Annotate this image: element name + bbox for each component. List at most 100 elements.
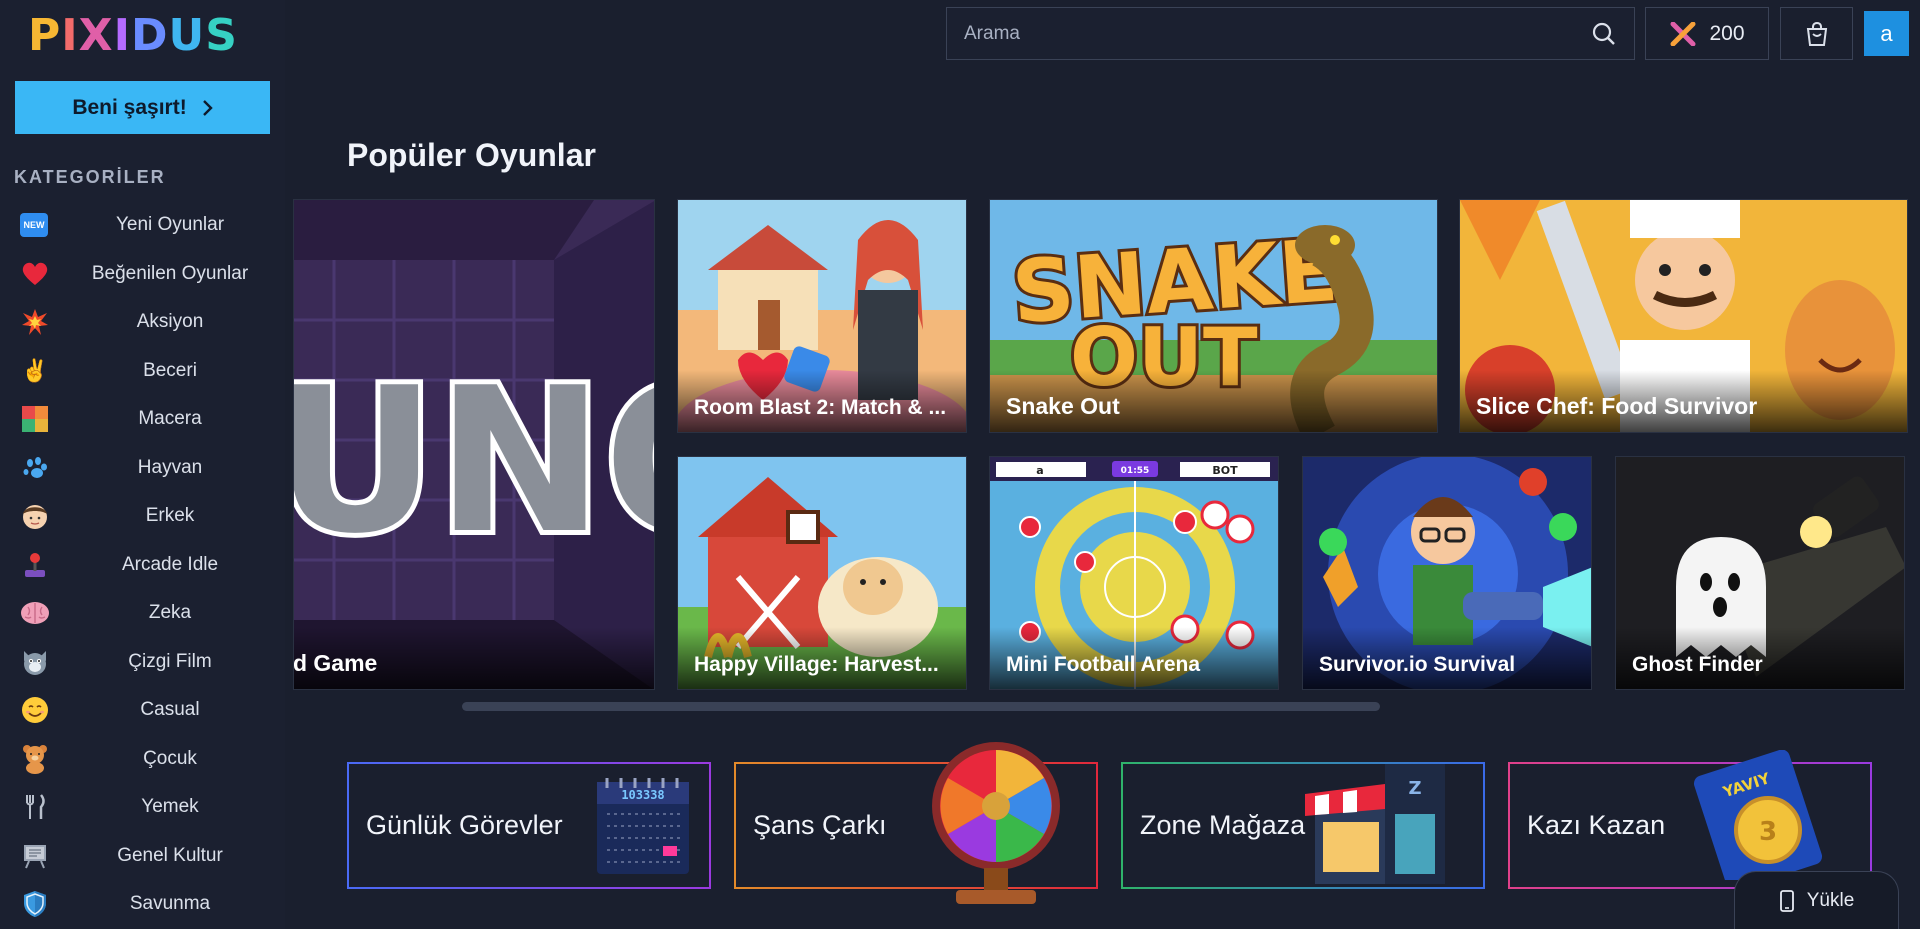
sidebar-item-hayvan[interactable]: Hayvan	[0, 444, 285, 493]
game-title: Room Blast 2: Match & ...	[678, 370, 966, 432]
game-title: rd Game	[294, 627, 654, 689]
sidebar-item-genel-kultur[interactable]: Genel Kultur	[0, 832, 285, 881]
fork-knife-icon	[20, 792, 50, 822]
surprise-me-label: Beni şaşırt!	[72, 95, 187, 119]
puzzle-icon	[20, 404, 50, 434]
wheel-of-fortune-card[interactable]: Şans Çarkı	[734, 742, 1098, 904]
sidebar-item-savunma[interactable]: Savunma	[0, 880, 285, 929]
install-label: Yükle	[1806, 889, 1855, 911]
game-title: Slice Chef: Food Survivor	[1460, 370, 1907, 432]
sidebar-item-label: Casual	[140, 699, 200, 721]
svg-text:3: 3	[1759, 817, 1777, 847]
sidebar-item-arcade-idle[interactable]: Arcade Idle	[0, 541, 285, 590]
page-title: Popüler Oyunlar	[347, 137, 596, 173]
categories-heading: KATEGORİLER	[14, 167, 166, 187]
sidebar-item-label: Arcade Idle	[121, 553, 219, 575]
game-thumbnail: UNO	[294, 200, 655, 689]
paw-icon	[20, 453, 50, 483]
sidebar-item-yeni-oyunlar[interactable]: NEW Yeni Oyunlar	[0, 201, 285, 250]
phone-icon	[1779, 889, 1794, 912]
search-icon[interactable]	[1574, 21, 1634, 47]
sidebar: PIXIDUS Beni şaşırt! KATEGORİLER NEW Yen…	[0, 0, 285, 929]
game-title: Ghost Finder	[1616, 627, 1904, 689]
sidebar-item-yemek[interactable]: Yemek	[0, 783, 285, 832]
svg-text:a: a	[1036, 464, 1043, 477]
board-icon	[20, 841, 50, 871]
game-card[interactable]: SNAKE OUT Snake Out	[989, 199, 1438, 433]
shopping-bag-icon	[1806, 21, 1827, 46]
carousel-scrollbar[interactable]	[462, 702, 1380, 711]
heart-icon	[20, 259, 50, 289]
coin-balance[interactable]: 200	[1645, 7, 1769, 60]
store-icon: Z	[1305, 764, 1445, 884]
sidebar-item-label: Çizgi Film	[128, 650, 212, 672]
pixidus-logo[interactable]: PIXIDUS	[28, 10, 238, 61]
cat-icon	[20, 647, 50, 677]
zone-store-card[interactable]: Zone Mağaza Z	[1121, 762, 1485, 889]
teddy-bear-icon	[20, 744, 50, 774]
sidebar-item-zeka[interactable]: Zeka	[0, 589, 285, 638]
sidebar-item-begenilen-oyunlar[interactable]: Beğenilen Oyunlar	[0, 250, 285, 299]
daily-tasks-card[interactable]: Günlük Görevler 103338	[347, 762, 711, 889]
svg-text:01:55: 01:55	[1121, 466, 1150, 476]
game-title: Survivor.io Survival	[1303, 627, 1591, 689]
avatar[interactable]: a	[1864, 11, 1909, 56]
game-card[interactable]: UNO rd Game	[293, 199, 655, 690]
svg-text:BOT: BOT	[1212, 464, 1238, 477]
shield-icon	[20, 889, 50, 919]
install-button[interactable]: Yükle	[1734, 871, 1899, 929]
feature-label: Kazı Kazan	[1527, 810, 1666, 840]
sidebar-item-casual[interactable]: Casual	[0, 686, 285, 735]
scratch-win-card[interactable]: Kazı Kazan YAVIY 3	[1508, 750, 1872, 889]
cart-button[interactable]	[1780, 7, 1853, 60]
sidebar-item-label: Zeka	[148, 602, 192, 624]
sidebar-item-erkek[interactable]: Erkek	[0, 492, 285, 541]
category-list: NEW Yeni Oyunlar Beğenilen Oyunlar Aksiy…	[0, 201, 285, 929]
svg-text:Z: Z	[1408, 778, 1421, 799]
fortune-wheel-icon	[932, 742, 1060, 904]
brain-icon	[20, 598, 50, 628]
feature-label: Şans Çarkı	[753, 810, 887, 840]
sidebar-item-label: Savunma	[129, 893, 211, 915]
x-coin-icon	[1670, 21, 1696, 46]
game-card[interactable]: Ghost Finder	[1615, 456, 1905, 690]
sidebar-item-label: Yemek	[141, 796, 199, 818]
sidebar-item-cizgi-film[interactable]: Çizgi Film	[0, 638, 285, 687]
game-card[interactable]: Survivor.io Survival	[1302, 456, 1592, 690]
feature-label: Günlük Görevler	[366, 810, 563, 840]
joystick-icon	[20, 550, 50, 580]
smile-icon	[20, 695, 50, 725]
coin-count: 200	[1709, 21, 1745, 45]
sidebar-item-label: Beğenilen Oyunlar	[91, 262, 249, 284]
scratch-card-icon: YAVIY 3	[1693, 750, 1823, 880]
sidebar-item-label: Beceri	[143, 359, 197, 381]
game-card[interactable]: a BOT 01:55 Mini Football Arena	[989, 456, 1279, 690]
sidebar-item-label: Macera	[138, 408, 202, 430]
game-card[interactable]: Room Blast 2: Match & ...	[677, 199, 967, 433]
game-card[interactable]: Happy Village: Harvest...	[677, 456, 967, 690]
sidebar-item-beceri[interactable]: ✌️ Beceri	[0, 347, 285, 396]
sidebar-item-aksiyon[interactable]: Aksiyon	[0, 298, 285, 347]
svg-text:UNO: UNO	[294, 345, 655, 578]
sidebar-item-macera[interactable]: Macera	[0, 395, 285, 444]
sidebar-item-label: Çocuk	[143, 747, 197, 769]
calendar-icon: 103338	[597, 778, 689, 874]
sidebar-item-label: Yeni Oyunlar	[115, 214, 225, 236]
victory-hand-icon: ✌️	[21, 357, 49, 383]
game-title: Snake Out	[990, 370, 1437, 432]
game-title: Happy Village: Harvest...	[678, 627, 966, 689]
surprise-me-button[interactable]: Beni şaşırt!	[15, 81, 270, 134]
chevron-right-icon	[202, 99, 213, 116]
svg-text:103338: 103338	[621, 788, 664, 802]
game-title: Mini Football Arena	[990, 627, 1278, 689]
popular-games-carousel: UNO rd Game Room Blast 2: Match & ... SN…	[293, 199, 1920, 699]
feature-label: Zone Mağaza	[1140, 810, 1306, 840]
sidebar-item-label: Hayvan	[137, 456, 203, 478]
sidebar-item-cocuk[interactable]: Çocuk	[0, 735, 285, 784]
boy-icon	[20, 501, 50, 531]
new-icon: NEW	[20, 213, 48, 238]
sidebar-item-label: Erkek	[145, 505, 195, 527]
search-input[interactable]	[947, 8, 1574, 59]
sidebar-item-label: Aksiyon	[136, 311, 204, 333]
game-card[interactable]: Slice Chef: Food Survivor	[1459, 199, 1908, 433]
